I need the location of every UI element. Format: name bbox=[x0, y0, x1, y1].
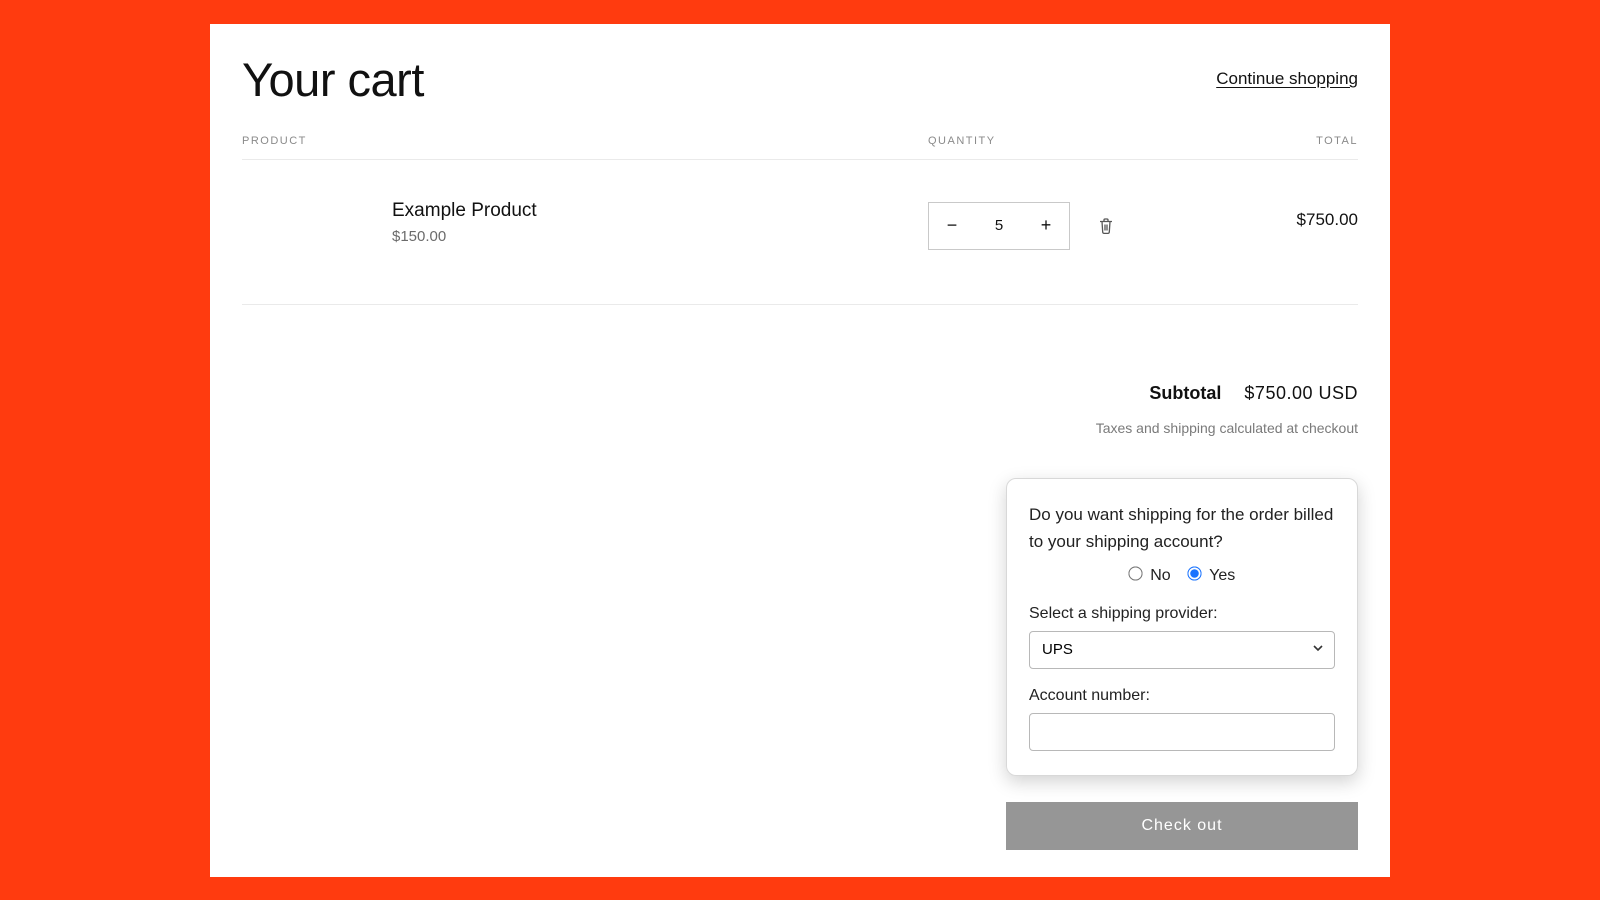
continue-shopping-link[interactable]: Continue shopping bbox=[1216, 69, 1358, 89]
cart-column-headers: Product Quantity Total bbox=[242, 135, 1358, 160]
product-info: Example Product $150.00 bbox=[392, 200, 537, 245]
account-number-input[interactable] bbox=[1029, 713, 1335, 751]
subtotal-value: $750.00 USD bbox=[1244, 383, 1358, 403]
shipping-account-card: Do you want shipping for the order bille… bbox=[1006, 478, 1358, 776]
provider-select-wrap: UPS bbox=[1029, 631, 1335, 669]
trash-icon bbox=[1098, 217, 1114, 235]
page-title: Your cart bbox=[242, 52, 424, 107]
shipping-option-no[interactable]: No bbox=[1129, 567, 1175, 584]
product-name: Example Product bbox=[392, 200, 537, 222]
subtotal-row: Subtotal $750.00 USD bbox=[242, 383, 1358, 404]
shipping-provider-select[interactable]: UPS bbox=[1029, 631, 1335, 669]
shipping-radio-yes[interactable] bbox=[1187, 566, 1201, 580]
product-unit-price: $150.00 bbox=[392, 228, 537, 245]
quantity-cell: − 5 + bbox=[928, 200, 1248, 250]
shipping-radio-no[interactable] bbox=[1128, 566, 1142, 580]
line-total: $750.00 bbox=[1248, 200, 1358, 230]
cart-summary: Subtotal $750.00 USD Taxes and shipping … bbox=[242, 383, 1358, 436]
quantity-stepper: − 5 + bbox=[928, 202, 1070, 250]
col-product: Product bbox=[242, 135, 928, 147]
cart-header: Your cart Continue shopping bbox=[242, 52, 1358, 107]
cart-page: Your cart Continue shopping Product Quan… bbox=[210, 24, 1390, 877]
product-cell: Example Product $150.00 bbox=[242, 200, 928, 245]
col-quantity: Quantity bbox=[928, 135, 1248, 147]
subtotal-label: Subtotal bbox=[1149, 383, 1221, 403]
product-thumbnail-spacer bbox=[242, 200, 392, 201]
quantity-value[interactable]: 5 bbox=[975, 217, 1023, 234]
remove-item-button[interactable] bbox=[1098, 217, 1114, 235]
tax-shipping-note: Taxes and shipping calculated at checkou… bbox=[242, 420, 1358, 436]
shipping-question: Do you want shipping for the order bille… bbox=[1029, 501, 1335, 555]
minus-icon: − bbox=[947, 215, 958, 236]
col-total: Total bbox=[1248, 135, 1358, 147]
cart-line-item: Example Product $150.00 − 5 + $750 bbox=[242, 160, 1358, 305]
quantity-decrease-button[interactable]: − bbox=[929, 203, 975, 249]
provider-label: Select a shipping provider: bbox=[1029, 605, 1335, 623]
shipping-option-yes[interactable]: Yes bbox=[1188, 567, 1235, 584]
plus-icon: + bbox=[1041, 215, 1052, 236]
account-number-label: Account number: bbox=[1029, 687, 1335, 705]
shipping-radio-group: No Yes bbox=[1029, 567, 1335, 585]
checkout-button[interactable]: Check out bbox=[1006, 802, 1358, 850]
shipping-yes-label: Yes bbox=[1209, 567, 1235, 584]
shipping-no-label: No bbox=[1150, 567, 1170, 584]
quantity-increase-button[interactable]: + bbox=[1023, 203, 1069, 249]
